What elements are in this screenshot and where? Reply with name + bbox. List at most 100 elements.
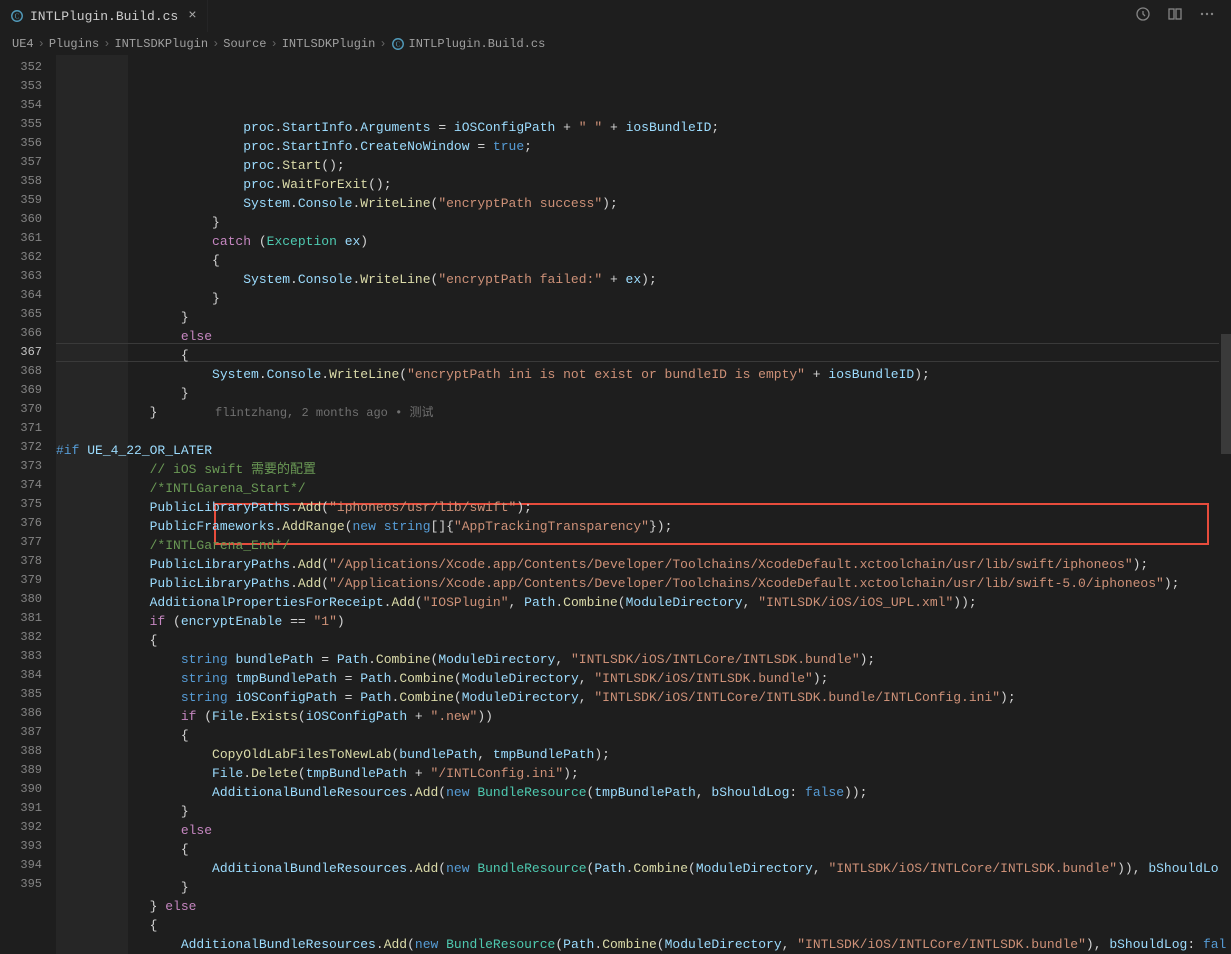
line-number: 390 bbox=[0, 780, 56, 799]
code-line[interactable]: proc.WaitForExit(); bbox=[56, 175, 1231, 194]
breadcrumb-item[interactable]: INTLSDKPlugin bbox=[114, 37, 208, 51]
code-line[interactable]: } bbox=[56, 802, 1231, 821]
line-number: 395 bbox=[0, 875, 56, 894]
code-line[interactable]: catch (Exception ex) bbox=[56, 232, 1231, 251]
line-number: 359 bbox=[0, 191, 56, 210]
line-number: 381 bbox=[0, 609, 56, 628]
svg-text:C: C bbox=[395, 41, 400, 49]
compare-icon[interactable] bbox=[1167, 6, 1183, 26]
code-line[interactable]: else bbox=[56, 327, 1231, 346]
line-number: 379 bbox=[0, 571, 56, 590]
code-line[interactable]: PublicLibraryPaths.Add("/Applications/Xc… bbox=[56, 574, 1231, 593]
line-number: 387 bbox=[0, 723, 56, 742]
code-line[interactable]: } bbox=[56, 384, 1231, 403]
svg-text:C: C bbox=[15, 13, 20, 21]
editor[interactable]: 3523533543553563573583593603613623633643… bbox=[0, 55, 1231, 954]
code-line[interactable]: AdditionalBundleResources.Add(new Bundle… bbox=[56, 859, 1231, 878]
line-number: 364 bbox=[0, 286, 56, 305]
code-line[interactable]: { bbox=[56, 916, 1231, 935]
breadcrumb[interactable]: UE4› Plugins› INTLSDKPlugin› Source› INT… bbox=[0, 33, 1231, 55]
line-number: 383 bbox=[0, 647, 56, 666]
line-number: 360 bbox=[0, 210, 56, 229]
scroll-thumb[interactable] bbox=[1221, 334, 1231, 454]
code-line[interactable]: PublicLibraryPaths.Add("iphoneos/usr/lib… bbox=[56, 498, 1231, 517]
line-number: 391 bbox=[0, 799, 56, 818]
code-line[interactable]: proc.StartInfo.Arguments = iOSConfigPath… bbox=[56, 118, 1231, 137]
code-line[interactable]: if (File.Exists(iOSConfigPath + ".new")) bbox=[56, 707, 1231, 726]
code-line[interactable]: else bbox=[56, 821, 1231, 840]
code-line[interactable]: #if UE_4_22_OR_LATER bbox=[56, 441, 1231, 460]
code-line[interactable]: AdditionalBundleResources.Add(new Bundle… bbox=[56, 935, 1231, 954]
line-number: 384 bbox=[0, 666, 56, 685]
line-number: 355 bbox=[0, 115, 56, 134]
code-line[interactable]: proc.StartInfo.CreateNoWindow = true; bbox=[56, 137, 1231, 156]
line-number: 378 bbox=[0, 552, 56, 571]
code-line[interactable]: { bbox=[56, 840, 1231, 859]
breadcrumb-item[interactable]: Source bbox=[223, 37, 266, 51]
line-number: 353 bbox=[0, 77, 56, 96]
line-number: 380 bbox=[0, 590, 56, 609]
code-line[interactable]: if (encryptEnable == "1") bbox=[56, 612, 1231, 631]
vertical-scrollbar[interactable] bbox=[1219, 54, 1231, 884]
line-number: 367 bbox=[0, 343, 56, 362]
code-line[interactable]: System.Console.WriteLine("encryptPath in… bbox=[56, 365, 1231, 384]
line-number: 370 bbox=[0, 400, 56, 419]
code-line[interactable]: string iOSConfigPath = Path.Combine(Modu… bbox=[56, 688, 1231, 707]
code-line[interactable]: { bbox=[56, 251, 1231, 270]
line-number: 368 bbox=[0, 362, 56, 381]
line-number: 389 bbox=[0, 761, 56, 780]
line-number: 357 bbox=[0, 153, 56, 172]
line-number: 352 bbox=[0, 58, 56, 77]
line-number: 362 bbox=[0, 248, 56, 267]
line-number: 358 bbox=[0, 172, 56, 191]
code-line[interactable]: System.Console.WriteLine("encryptPath fa… bbox=[56, 270, 1231, 289]
code-line[interactable]: } flintzhang, 2 months ago • 测试 bbox=[56, 403, 1231, 422]
line-number: 373 bbox=[0, 457, 56, 476]
code-line[interactable]: /*INTLGarena_Start*/ bbox=[56, 479, 1231, 498]
code-line[interactable] bbox=[56, 422, 1231, 441]
tab-label: INTLPlugin.Build.cs bbox=[30, 9, 178, 24]
line-number: 386 bbox=[0, 704, 56, 723]
breadcrumb-item[interactable]: INTLSDKPlugin bbox=[282, 37, 376, 51]
line-number: 361 bbox=[0, 229, 56, 248]
code-line[interactable]: } else bbox=[56, 897, 1231, 916]
close-icon[interactable]: × bbox=[188, 8, 196, 24]
code-line[interactable]: AdditionalBundleResources.Add(new Bundle… bbox=[56, 783, 1231, 802]
code-line[interactable]: } bbox=[56, 213, 1231, 232]
code-line[interactable]: /*INTLGarena_End*/ bbox=[56, 536, 1231, 555]
csharp-file-icon: C bbox=[391, 37, 405, 51]
breadcrumb-item[interactable]: UE4 bbox=[12, 37, 34, 51]
code-line[interactable]: System.Console.WriteLine("encryptPath su… bbox=[56, 194, 1231, 213]
more-icon[interactable] bbox=[1199, 6, 1215, 26]
code-line[interactable]: proc.Start(); bbox=[56, 156, 1231, 175]
line-number: 375 bbox=[0, 495, 56, 514]
code-line[interactable]: string tmpBundlePath = Path.Combine(Modu… bbox=[56, 669, 1231, 688]
code-line[interactable]: } bbox=[56, 289, 1231, 308]
breadcrumb-item[interactable]: INTLPlugin.Build.cs bbox=[409, 37, 546, 51]
code-line[interactable]: { bbox=[56, 346, 1231, 365]
code-line[interactable]: CopyOldLabFilesToNewLab(bundlePath, tmpB… bbox=[56, 745, 1231, 764]
code-line[interactable]: PublicLibraryPaths.Add("/Applications/Xc… bbox=[56, 555, 1231, 574]
code-line[interactable]: AdditionalPropertiesForReceipt.Add("IOSP… bbox=[56, 593, 1231, 612]
history-icon[interactable] bbox=[1135, 6, 1151, 26]
tab-strip: C INTLPlugin.Build.cs × bbox=[0, 0, 208, 32]
line-number: 365 bbox=[0, 305, 56, 324]
code-line[interactable]: PublicFrameworks.AddRange(new string[]{"… bbox=[56, 517, 1231, 536]
line-number: 372 bbox=[0, 438, 56, 457]
code-line[interactable]: { bbox=[56, 726, 1231, 745]
tab-active[interactable]: C INTLPlugin.Build.cs × bbox=[0, 0, 208, 32]
breadcrumb-item[interactable]: Plugins bbox=[49, 37, 99, 51]
line-number: 369 bbox=[0, 381, 56, 400]
code-line[interactable]: } bbox=[56, 308, 1231, 327]
code-area[interactable]: proc.StartInfo.Arguments = iOSConfigPath… bbox=[56, 55, 1231, 954]
code-line[interactable]: { bbox=[56, 631, 1231, 650]
line-gutter: 3523533543553563573583593603613623633643… bbox=[0, 55, 56, 954]
code-line[interactable]: // iOS swift 需要的配置 bbox=[56, 460, 1231, 479]
chevron-right-icon: › bbox=[270, 37, 277, 51]
code-line[interactable]: } bbox=[56, 878, 1231, 897]
line-number: 392 bbox=[0, 818, 56, 837]
code-line[interactable]: File.Delete(tmpBundlePath + "/INTLConfig… bbox=[56, 764, 1231, 783]
line-number: 363 bbox=[0, 267, 56, 286]
title-bar: C INTLPlugin.Build.cs × bbox=[0, 0, 1231, 33]
code-line[interactable]: string bundlePath = Path.Combine(ModuleD… bbox=[56, 650, 1231, 669]
